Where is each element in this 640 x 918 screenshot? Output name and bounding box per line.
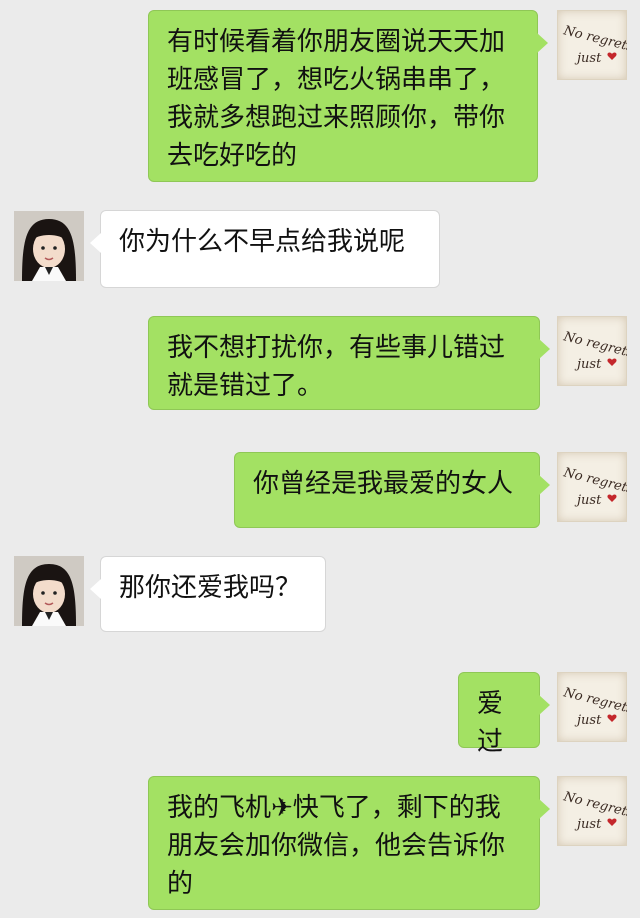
heart-icon [607,52,617,60]
note-avatar-text-2: just [574,357,602,372]
note-avatar[interactable]: No regrets just [557,316,627,386]
outgoing-message-bubble[interactable]: 爱过 [458,672,550,757]
chat-view: 有时候看着你朋友圈说天天加班感冒了，想吃火锅串串了，我就多想跑过来照顾你，带你去… [0,0,640,918]
heart-icon [607,714,617,722]
note-avatar-text-2: just [574,493,602,508]
heart-icon [607,494,617,502]
incoming-message-bubble[interactable]: 那你还爱我吗？ [90,556,326,632]
outgoing-message-bubble[interactable]: 有时候看着你朋友圈说天天加班感冒了，想吃火锅串串了，我就多想跑过来照顾你，带你去… [148,10,548,182]
outgoing-message-bubble[interactable]: 我不想打扰你，有些事儿错过就是错过了。 [148,316,550,410]
girl-avatar[interactable] [14,211,84,281]
note-avatar[interactable]: No regrets just [557,776,627,846]
note-avatar-text-2: just [574,51,602,66]
heart-icon [607,358,617,366]
note-avatar-text-2: just [574,713,602,728]
girl-avatar[interactable] [14,556,84,626]
note-avatar[interactable]: No regrets just [557,10,627,80]
outgoing-message-bubble[interactable]: 我的飞机✈快飞了，剩下的我朋友会加你微信，他会告诉你的 [148,776,550,910]
incoming-message-bubble[interactable]: 你为什么不早点给我说呢 [90,210,440,288]
note-avatar-text-2: just [574,817,602,832]
note-avatar[interactable]: No regrets just [557,672,627,742]
heart-icon [607,818,617,826]
note-avatar[interactable]: No regrets just [557,452,627,522]
outgoing-message-bubble[interactable]: 你曾经是我最爱的女人 [234,452,550,528]
